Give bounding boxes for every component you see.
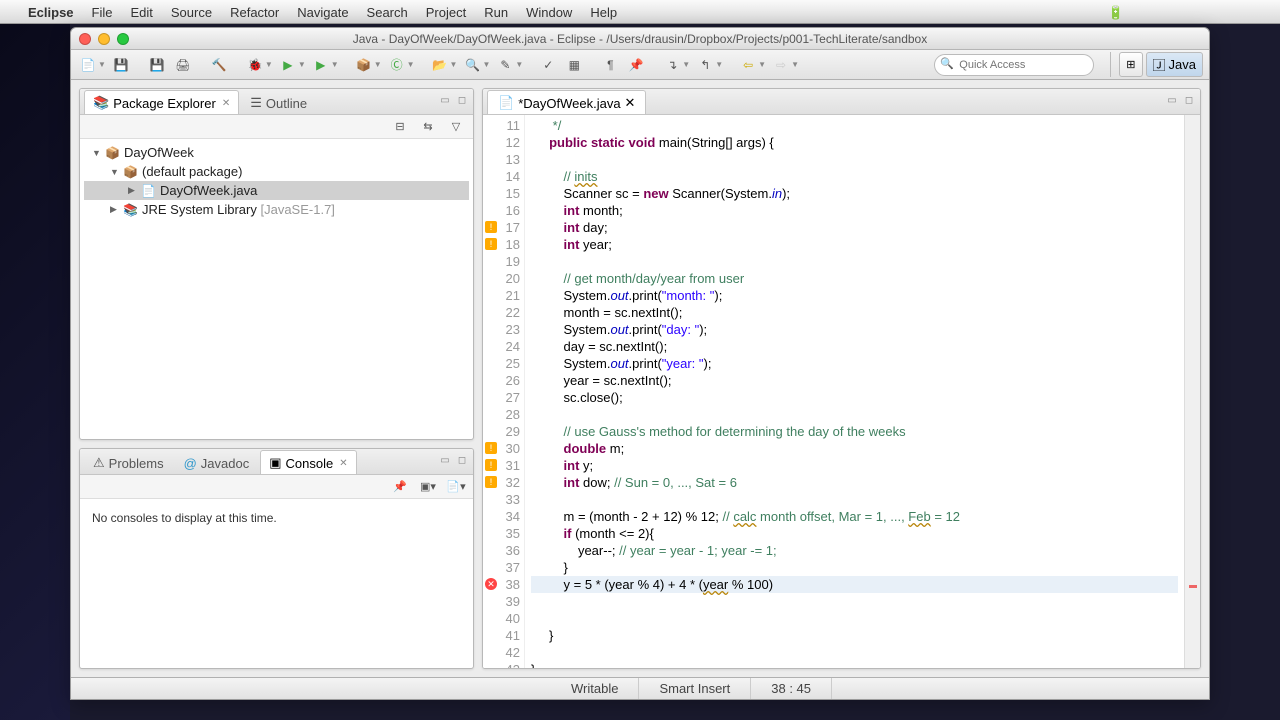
window-titlebar[interactable]: Java - DayOfWeek/DayOfWeek.java - Eclips… <box>71 28 1209 50</box>
code-content[interactable]: */ public static void main(String[] args… <box>525 115 1184 668</box>
problems-tab[interactable]: ⚠Problems <box>84 450 173 474</box>
close-icon[interactable]: ✕ <box>222 98 230 109</box>
forward-button[interactable]: ⇨ <box>770 54 792 76</box>
console-tab[interactable]: ▣Console✕ <box>260 450 356 474</box>
package-tree[interactable]: ▼📦DayOfWeek▼📦(default package)▶📄DayOfWee… <box>80 139 473 439</box>
close-icon[interactable]: ✕ <box>625 95 636 111</box>
code-editor[interactable]: 11121314151617!18!1920212223242526272829… <box>483 115 1200 668</box>
show-whitespace-button[interactable]: ¶ <box>599 54 621 76</box>
menu-navigate[interactable]: Navigate <box>297 5 348 20</box>
eclipse-window: Java - DayOfWeek/DayOfWeek.java - Eclips… <box>70 27 1210 700</box>
run-last-button[interactable]: ▶ <box>310 54 332 76</box>
status-insert-mode: Smart Insert <box>639 678 751 699</box>
editor-tab[interactable]: 📄*DayOfWeek.java✕ <box>487 90 646 114</box>
menu-run[interactable]: Run <box>484 5 508 20</box>
back-button[interactable]: ⇦ <box>737 54 759 76</box>
java-perspective-button[interactable]: 🄹Java <box>1146 52 1203 77</box>
new-class-button[interactable]: Ⓒ <box>386 54 408 76</box>
pin-button[interactable]: 📌 <box>625 54 647 76</box>
console-message: No consoles to display at this time. <box>84 503 469 533</box>
annotate-button[interactable]: ✎ <box>494 54 516 76</box>
link-editor-icon[interactable]: ⇆ <box>417 116 439 138</box>
toggle-mark-button[interactable]: ✓ <box>537 54 559 76</box>
view-menu-icon[interactable]: ▽ <box>445 116 467 138</box>
print-button[interactable]: 🖨 <box>172 54 194 76</box>
outline-tab[interactable]: ☰Outline <box>241 90 316 114</box>
run-button[interactable]: ▶ <box>277 54 299 76</box>
menu-source[interactable]: Source <box>171 5 212 20</box>
build-button[interactable]: 🔨 <box>208 54 230 76</box>
main-toolbar: 📄▼ 💾 💾 🖨 🔨 🐞▼ ▶▼ ▶▼ 📦▼ Ⓒ▼ 📂▼ 🔍▼ ✎▼ ✓ ▦ ¶… <box>71 50 1209 80</box>
new-package-button[interactable]: 📦 <box>353 54 375 76</box>
package-explorer-tab[interactable]: 📚Package Explorer✕ <box>84 90 239 114</box>
minimize-view-icon[interactable]: ▭ <box>438 453 452 467</box>
battery-icon[interactable]: 🔋 <box>1108 5 1124 21</box>
new-button[interactable]: 📄 <box>77 54 99 76</box>
menu-project[interactable]: Project <box>426 5 466 20</box>
status-writable: Writable <box>551 678 639 699</box>
debug-button[interactable]: 🐞 <box>244 54 266 76</box>
line-gutter[interactable]: 11121314151617!18!1920212223242526272829… <box>483 115 525 668</box>
window-title: Java - DayOfWeek/DayOfWeek.java - Eclips… <box>71 32 1209 46</box>
menu-refactor[interactable]: Refactor <box>230 5 279 20</box>
minimize-view-icon[interactable]: ▭ <box>1165 93 1179 107</box>
save-button[interactable]: 💾 <box>110 54 132 76</box>
toggle-block-button[interactable]: ▦ <box>563 54 585 76</box>
tree-item[interactable]: ▼📦DayOfWeek <box>84 143 469 162</box>
minimize-view-icon[interactable]: ▭ <box>438 93 452 107</box>
error-marker[interactable] <box>1189 585 1197 588</box>
overview-ruler[interactable] <box>1184 115 1200 668</box>
menu-search[interactable]: Search <box>367 5 408 20</box>
menu-window[interactable]: Window <box>526 5 572 20</box>
desktop-background <box>0 24 70 720</box>
pin-console-icon[interactable]: 📌 <box>389 476 411 498</box>
search-button[interactable]: 🔍 <box>461 54 483 76</box>
quick-access-input[interactable] <box>934 54 1094 76</box>
open-type-button[interactable]: 📂 <box>429 54 451 76</box>
maximize-view-icon[interactable]: ◻ <box>1182 93 1196 107</box>
menu-edit[interactable]: Edit <box>130 5 152 20</box>
mac-menubar: Eclipse File Edit Source Refactor Naviga… <box>0 0 1280 24</box>
status-cursor-pos: 38 : 45 <box>751 678 832 699</box>
explorer-tabbar: 📚Package Explorer✕ ☰Outline ▭◻ <box>80 89 473 115</box>
collapse-all-icon[interactable]: ⊟ <box>389 116 411 138</box>
close-icon[interactable]: ✕ <box>339 458 347 469</box>
bottom-tabbar: ⚠Problems @Javadoc ▣Console✕ ▭◻ <box>80 449 473 475</box>
maximize-view-icon[interactable]: ◻ <box>455 453 469 467</box>
tree-item[interactable]: ▶📄DayOfWeek.java <box>84 181 469 200</box>
maximize-view-icon[interactable]: ◻ <box>455 93 469 107</box>
menu-help[interactable]: Help <box>590 5 617 20</box>
next-annotation-button[interactable]: ↴ <box>661 54 683 76</box>
save-all-button[interactable]: 💾 <box>146 54 168 76</box>
open-console-icon[interactable]: 📄▾ <box>445 476 467 498</box>
status-bar: Writable Smart Insert 38 : 45 <box>71 677 1209 699</box>
prev-annotation-button[interactable]: ↰ <box>694 54 716 76</box>
tree-item[interactable]: ▶📚JRE System Library [JavaSE-1.7] <box>84 200 469 219</box>
tree-item[interactable]: ▼📦(default package) <box>84 162 469 181</box>
app-name[interactable]: Eclipse <box>28 5 74 20</box>
editor-tabbar: 📄*DayOfWeek.java✕ ▭◻ <box>483 89 1200 115</box>
display-console-icon[interactable]: ▣▾ <box>417 476 439 498</box>
menu-file[interactable]: File <box>92 5 113 20</box>
open-perspective-button[interactable]: ⊞ <box>1119 52 1142 77</box>
javadoc-tab[interactable]: @Javadoc <box>175 451 259 474</box>
